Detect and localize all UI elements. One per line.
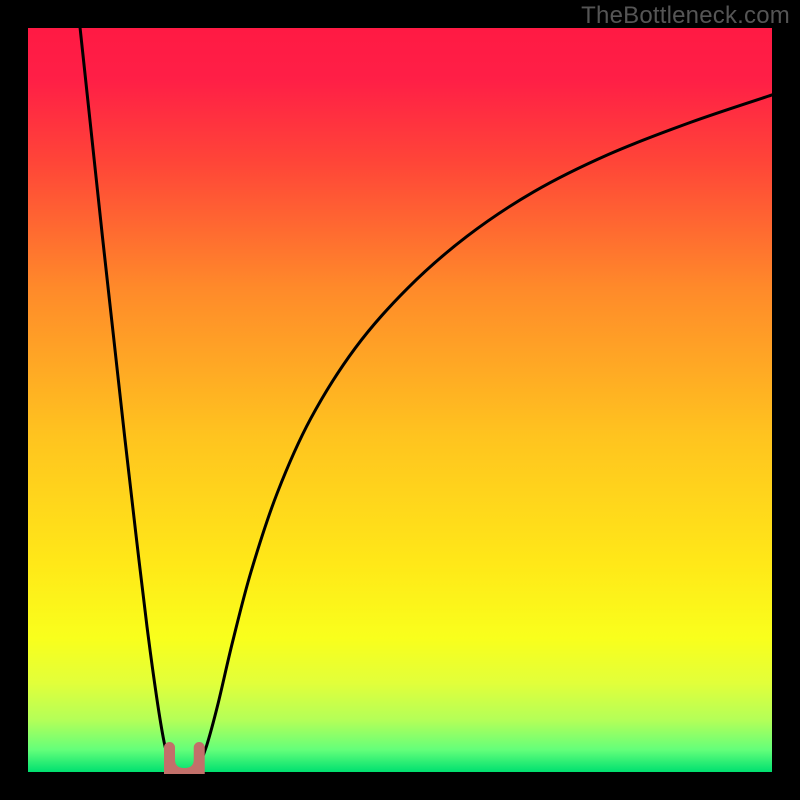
plot-area	[28, 28, 772, 772]
bottleneck-curve	[28, 28, 772, 772]
curve-right-branch	[195, 95, 772, 770]
minimum-marker	[164, 742, 205, 774]
chart-frame: TheBottleneck.com	[0, 0, 800, 800]
minimum-marker-shape	[164, 742, 205, 774]
watermark-text: TheBottleneck.com	[581, 2, 790, 30]
curve-left-branch	[80, 28, 175, 770]
